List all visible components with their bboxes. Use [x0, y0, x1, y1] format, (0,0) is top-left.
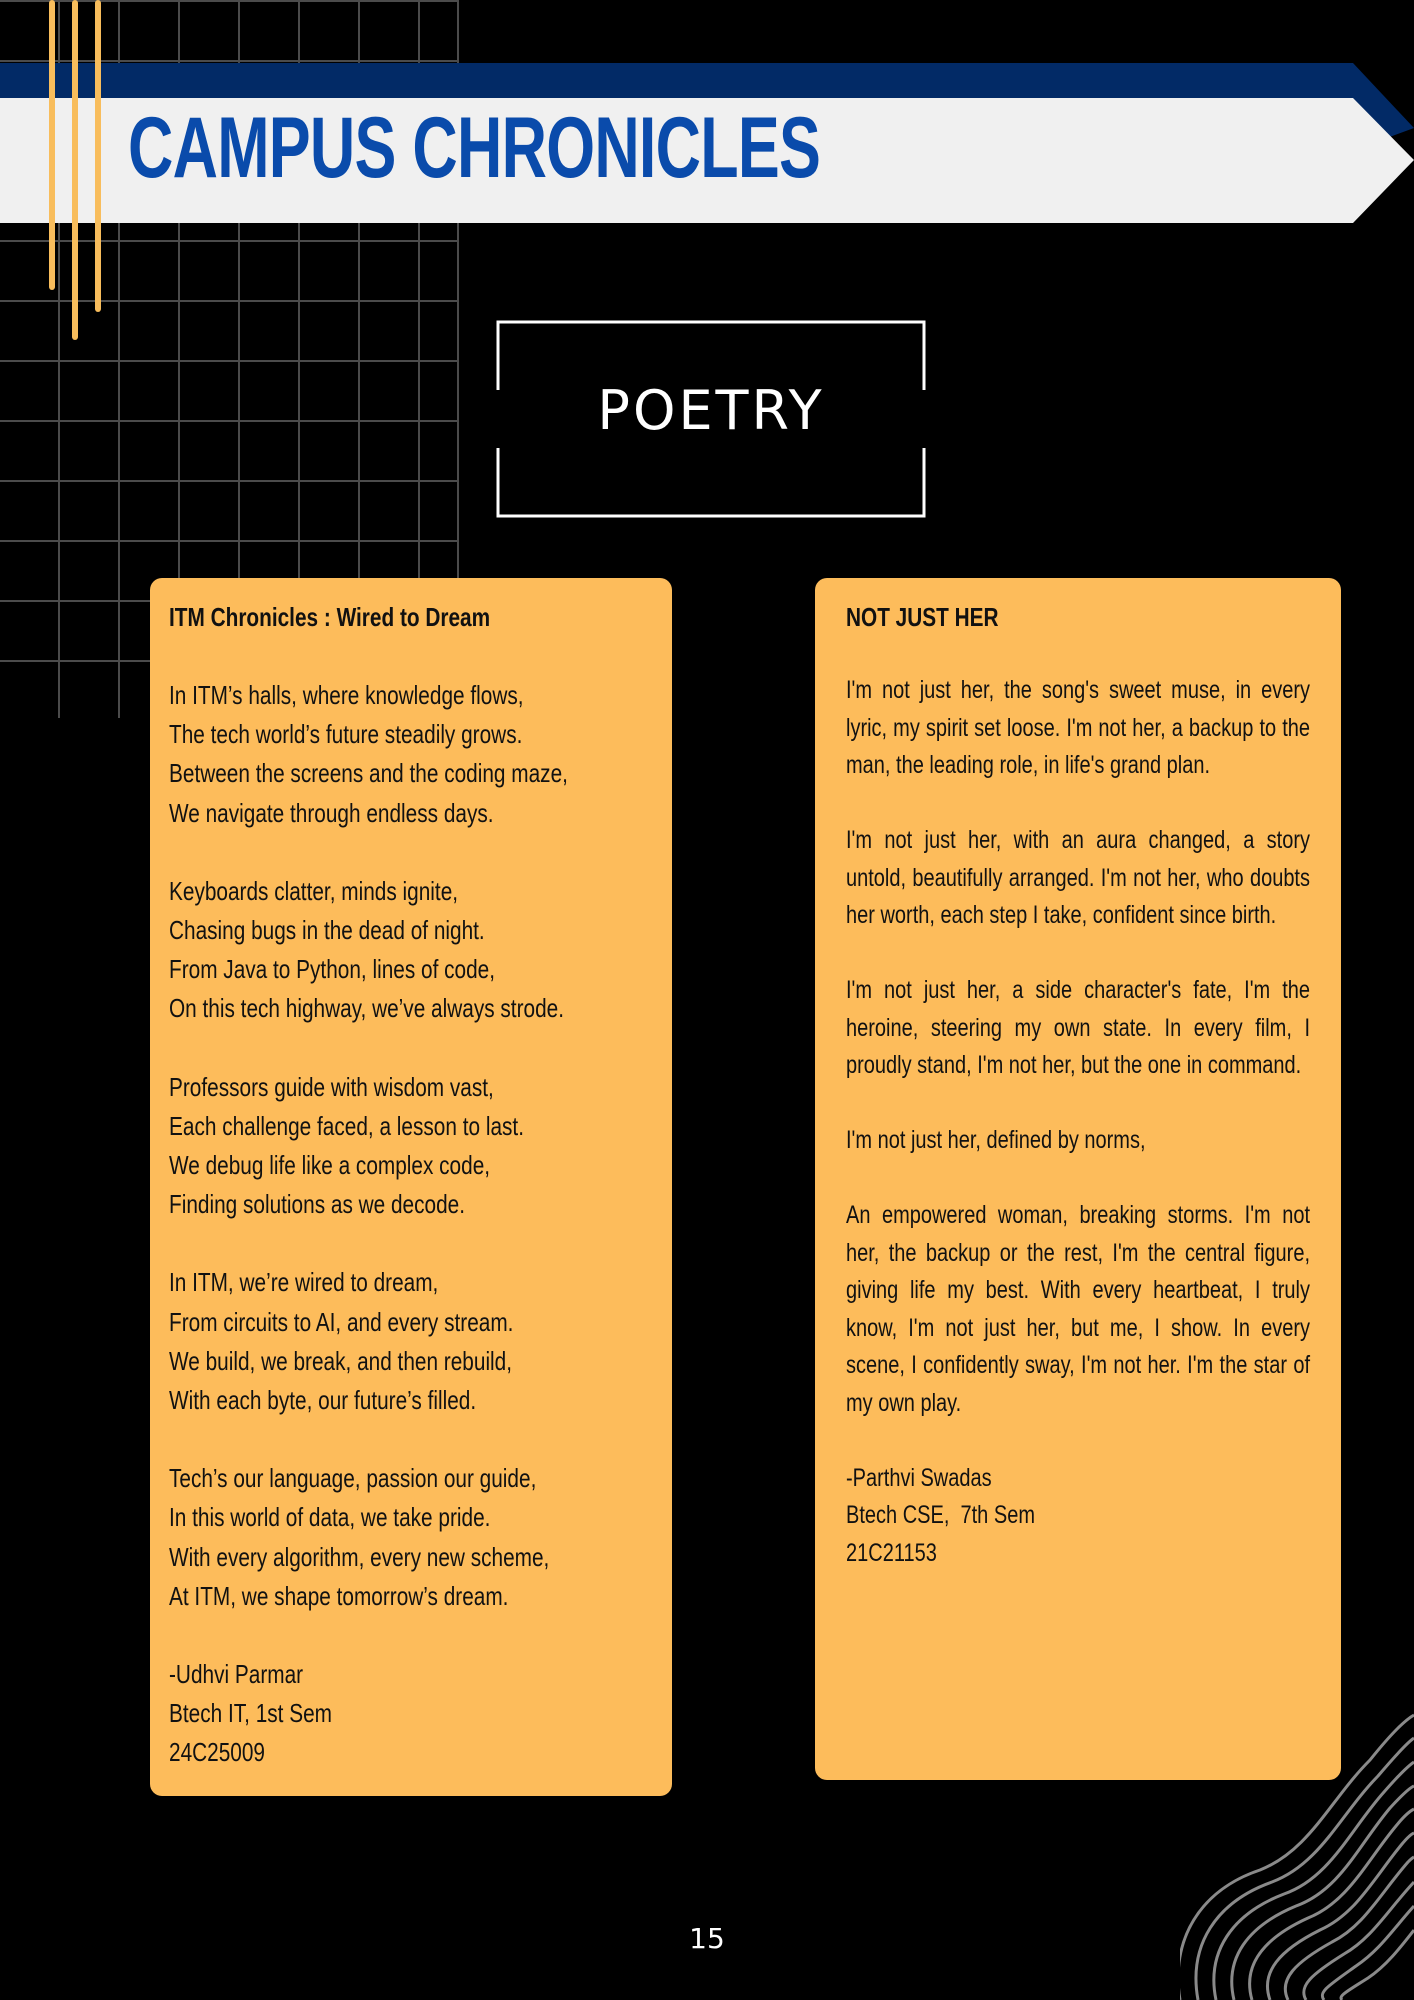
author-id: 24C25009	[169, 1737, 265, 1768]
poem-line: Chasing bugs in the dead of night.	[169, 915, 485, 946]
poem-card: NOT JUST HER I'm not just her, the song'…	[815, 578, 1341, 1780]
author-name: -Udhvi Parmar	[169, 1659, 304, 1690]
poem-title: NOT JUST HER	[846, 602, 999, 632]
poem-card: ITM Chronicles : Wired to Dream In ITM’s…	[150, 578, 672, 1796]
poem-line: Keyboards clatter, minds ignite,	[169, 875, 459, 906]
poem-line: We build, we break, and then rebuild,	[169, 1345, 513, 1376]
decorative-stripe	[72, 0, 78, 340]
poem-line: In ITM, we’re wired to dream,	[169, 1267, 439, 1298]
poem-body: NOT JUST HER I'm not just her, the song'…	[846, 600, 1310, 1572]
author-signature: -Udhvi Parmar Btech IT, 1st Sem 24C25009	[169, 1655, 653, 1773]
poem-title: ITM Chronicles : Wired to Dream	[169, 602, 491, 632]
author-name: -Parthvi Swadas	[846, 1463, 992, 1492]
stanza: Professors guide with wisdom vast, Each …	[169, 1068, 653, 1225]
poem-line: On this tech highway, we’ve always strod…	[169, 993, 564, 1024]
poem-line: In ITM’s halls, where knowledge flows,	[169, 680, 524, 710]
author-course: Btech IT, 1st Sem	[169, 1698, 332, 1729]
author-id: 21C21153	[846, 1538, 937, 1567]
author-signature: -Parthvi Swadas Btech CSE, 7th Sem 21C21…	[846, 1460, 1310, 1573]
poem-paragraph: I'm not just her, the song's sweet muse,…	[846, 676, 1310, 779]
stanza: Tech’s our language, passion our guide, …	[169, 1459, 653, 1616]
publication-title: CAMPUS CHRONICLES	[128, 100, 821, 196]
decorative-stripe	[49, 0, 55, 290]
stanza: In ITM’s halls, where knowledge flows, T…	[169, 676, 653, 833]
poem-line: With each byte, our future’s filled.	[169, 1385, 477, 1416]
poem-line: With every algorithm, every new scheme,	[169, 1541, 550, 1572]
poem-paragraph: I'm not just her, defined by norms,	[846, 1126, 1146, 1154]
poem-line: Each challenge faced, a lesson to last.	[169, 1110, 524, 1141]
section-heading: POETRY	[597, 379, 825, 442]
poem-line: Tech’s our language, passion our guide,	[169, 1463, 537, 1494]
poem-paragraph: I'm not just her, a side character's fat…	[846, 976, 1310, 1079]
poem-line: Professors guide with wisdom vast,	[169, 1071, 494, 1102]
stanza: Keyboards clatter, minds ignite, Chasing…	[169, 872, 653, 1029]
poem-line: At ITM, we shape tomorrow’s dream.	[169, 1580, 509, 1611]
poem-line: In this world of data, we take pride.	[169, 1502, 491, 1533]
page-number: 15	[689, 1922, 725, 1955]
poem-line: From circuits to AI, and every stream.	[169, 1306, 514, 1337]
poem-paragraph: An empowered woman, breaking storms. I'm…	[846, 1201, 1310, 1417]
decorative-stripe	[95, 0, 101, 312]
poem-body: ITM Chronicles : Wired to Dream In ITM’s…	[169, 600, 653, 1773]
stanza: In ITM, we’re wired to dream, From circu…	[169, 1263, 653, 1420]
poem-paragraph: I'm not just her, with an aura changed, …	[846, 826, 1310, 929]
poem-line: From Java to Python, lines of code,	[169, 954, 496, 985]
poem-line: We navigate through endless days.	[169, 797, 494, 828]
poem-line: We debug life like a complex code,	[169, 1150, 491, 1181]
author-course: Btech CSE, 7th Sem	[846, 1501, 1035, 1529]
poem-line: Between the screens and the coding maze,	[169, 758, 568, 789]
poem-line: The tech world’s future steadily grows.	[169, 719, 523, 750]
poem-line: Finding solutions as we decode.	[169, 1189, 466, 1220]
